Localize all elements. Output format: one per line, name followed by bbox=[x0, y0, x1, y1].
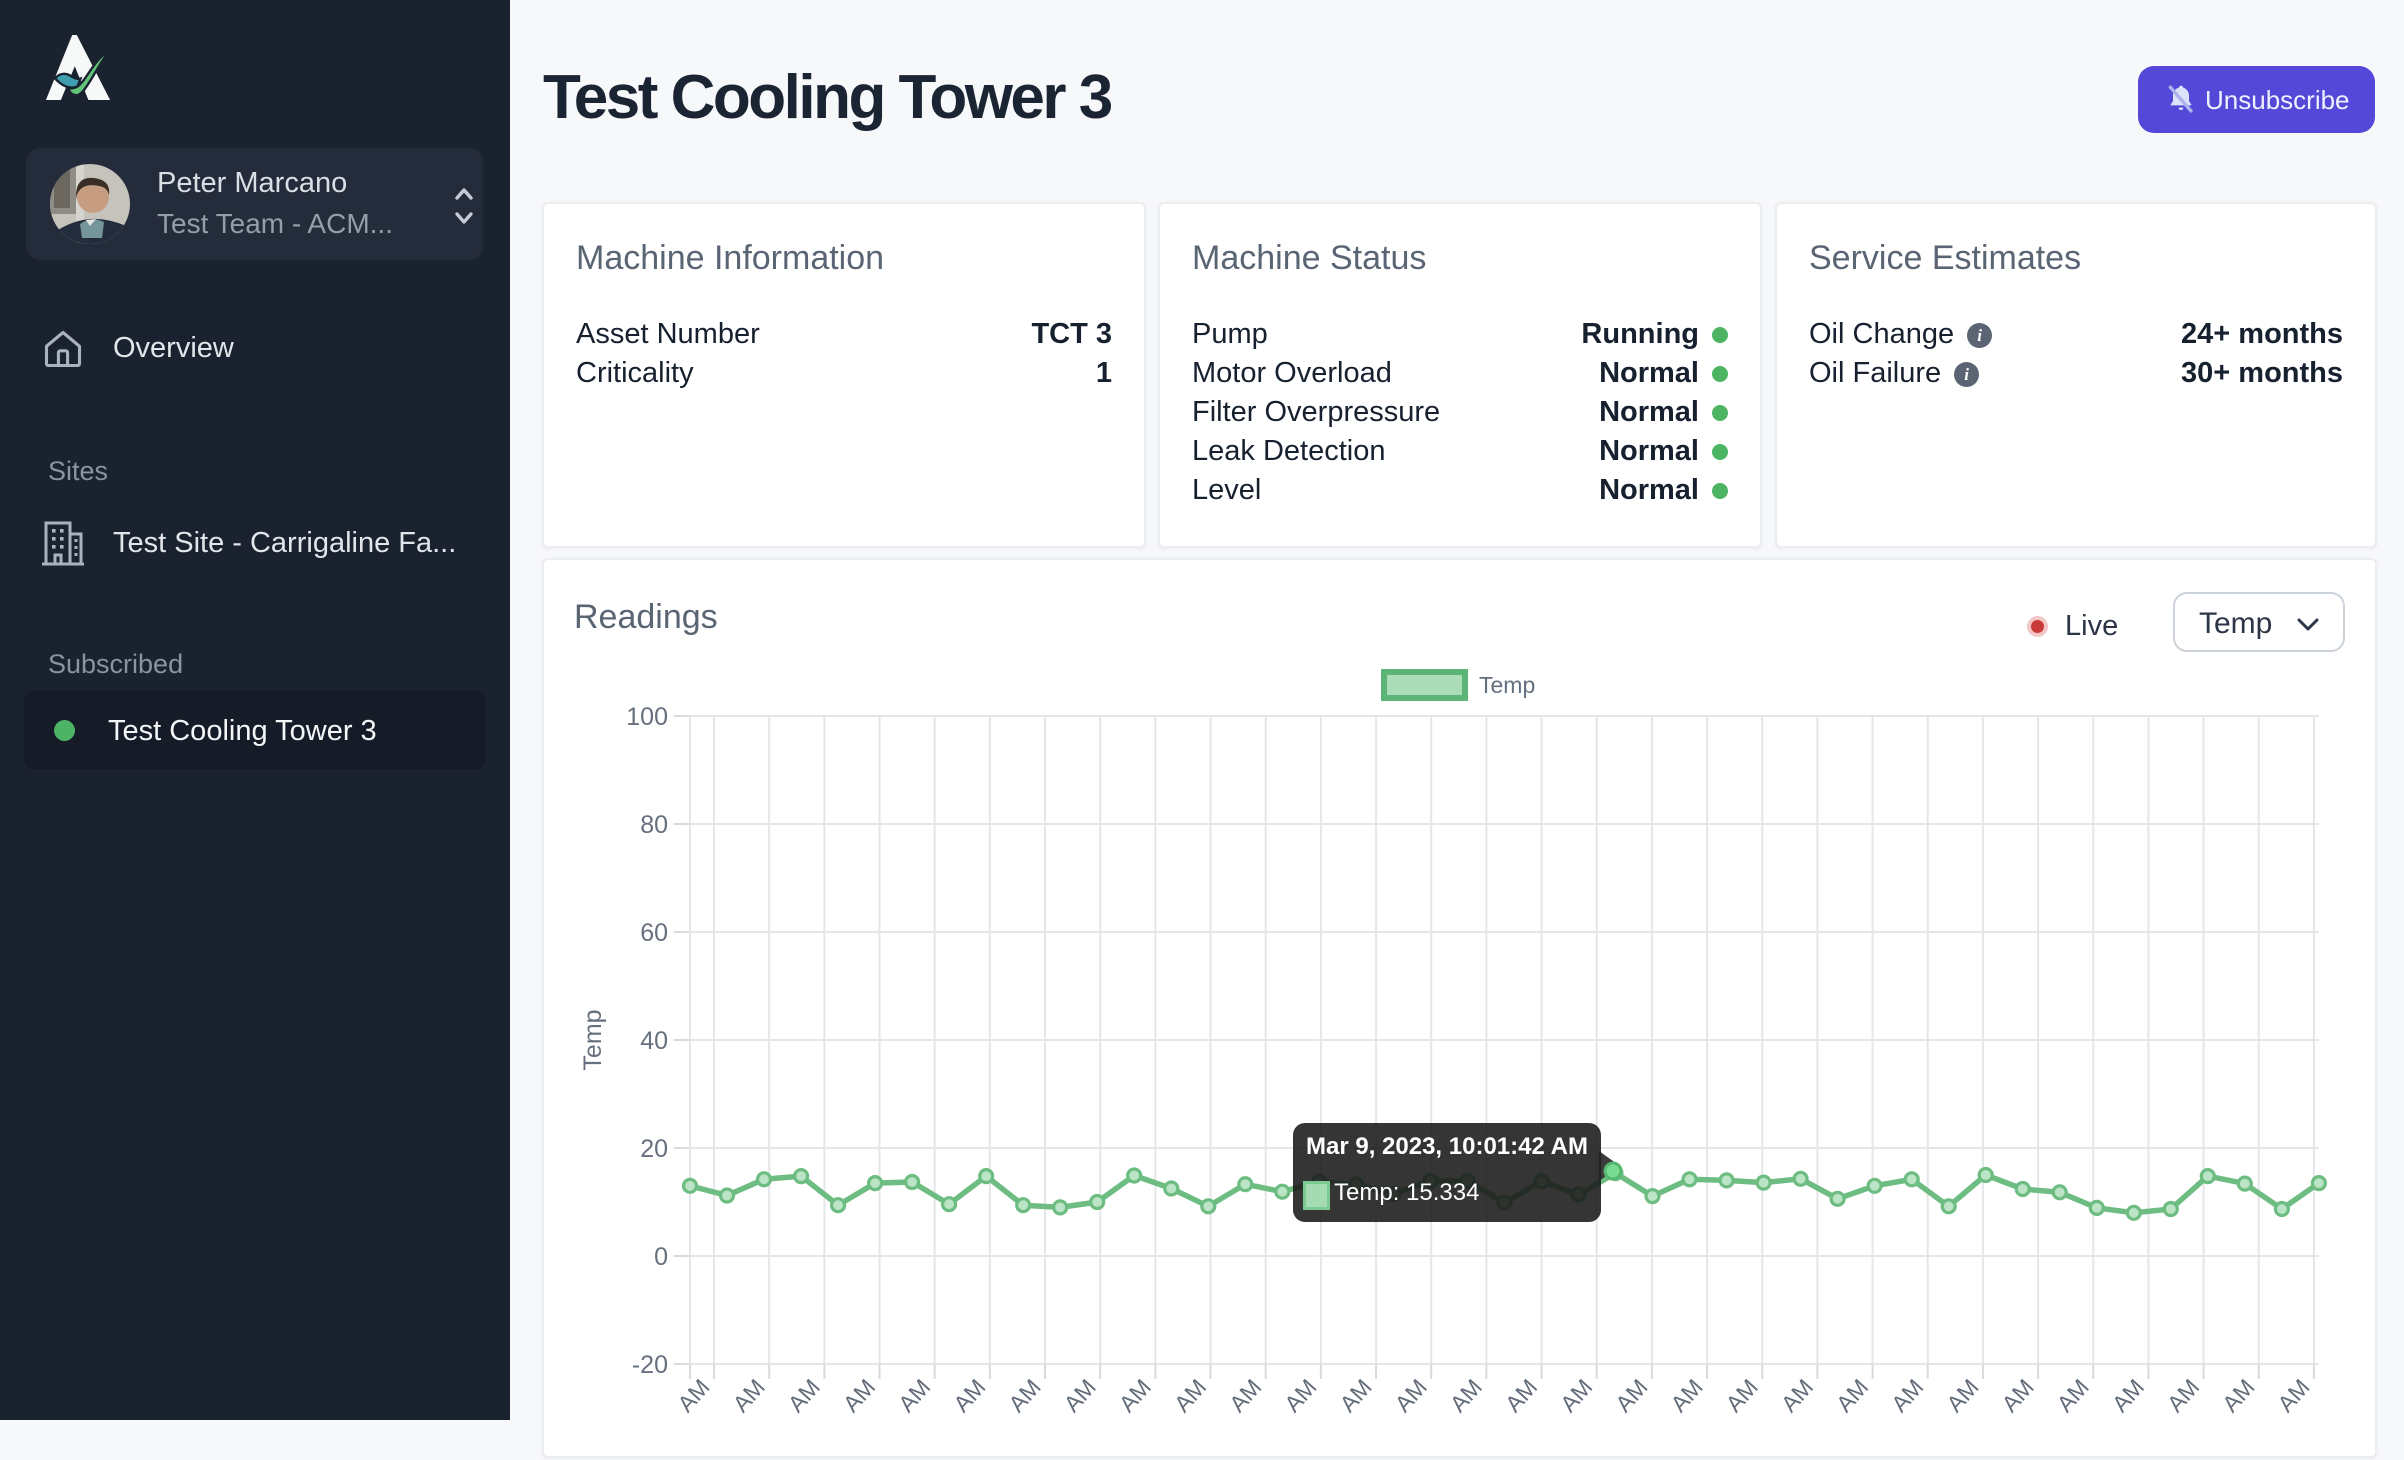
svg-text:-20: -20 bbox=[632, 1351, 668, 1379]
svg-text:AM: AM bbox=[1058, 1374, 1100, 1417]
svg-text:AM: AM bbox=[1003, 1374, 1045, 1417]
svg-text:AM: AM bbox=[1445, 1374, 1487, 1417]
svg-text:80: 80 bbox=[640, 811, 668, 839]
svg-text:AM: AM bbox=[2217, 1374, 2259, 1417]
svg-text:60: 60 bbox=[640, 919, 668, 947]
svg-text:AM: AM bbox=[1941, 1374, 1983, 1417]
svg-text:AM: AM bbox=[2272, 1374, 2314, 1417]
svg-text:AM: AM bbox=[2162, 1374, 2204, 1417]
svg-text:AM: AM bbox=[1279, 1374, 1321, 1417]
svg-text:AM: AM bbox=[1500, 1374, 1542, 1417]
svg-text:AM: AM bbox=[893, 1374, 935, 1417]
svg-text:AM: AM bbox=[1776, 1374, 1818, 1417]
svg-text:AM: AM bbox=[948, 1374, 990, 1417]
svg-text:AM: AM bbox=[1390, 1374, 1432, 1417]
svg-text:40: 40 bbox=[640, 1027, 668, 1055]
svg-text:AM: AM bbox=[1721, 1374, 1763, 1417]
svg-text:AM: AM bbox=[1831, 1374, 1873, 1417]
svg-text:AM: AM bbox=[2052, 1374, 2094, 1417]
svg-text:AM: AM bbox=[1114, 1374, 1156, 1417]
svg-text:AM: AM bbox=[727, 1374, 769, 1417]
svg-text:AM: AM bbox=[1610, 1374, 1652, 1417]
svg-text:AM: AM bbox=[1334, 1374, 1376, 1417]
svg-text:AM: AM bbox=[672, 1374, 714, 1417]
svg-text:Temp: Temp bbox=[1479, 672, 1535, 698]
svg-text:AM: AM bbox=[1555, 1374, 1597, 1417]
svg-text:20: 20 bbox=[640, 1135, 668, 1163]
svg-text:AM: AM bbox=[1169, 1374, 1211, 1417]
svg-text:AM: AM bbox=[2107, 1374, 2149, 1417]
svg-text:AM: AM bbox=[783, 1374, 825, 1417]
svg-text:AM: AM bbox=[1665, 1374, 1707, 1417]
svg-text:AM: AM bbox=[1996, 1374, 2038, 1417]
svg-text:Temp: Temp bbox=[579, 1009, 607, 1070]
svg-text:AM: AM bbox=[838, 1374, 880, 1417]
svg-text:AM: AM bbox=[1224, 1374, 1266, 1417]
svg-text:100: 100 bbox=[626, 703, 668, 731]
svg-text:AM: AM bbox=[1886, 1374, 1928, 1417]
svg-text:0: 0 bbox=[654, 1243, 668, 1271]
